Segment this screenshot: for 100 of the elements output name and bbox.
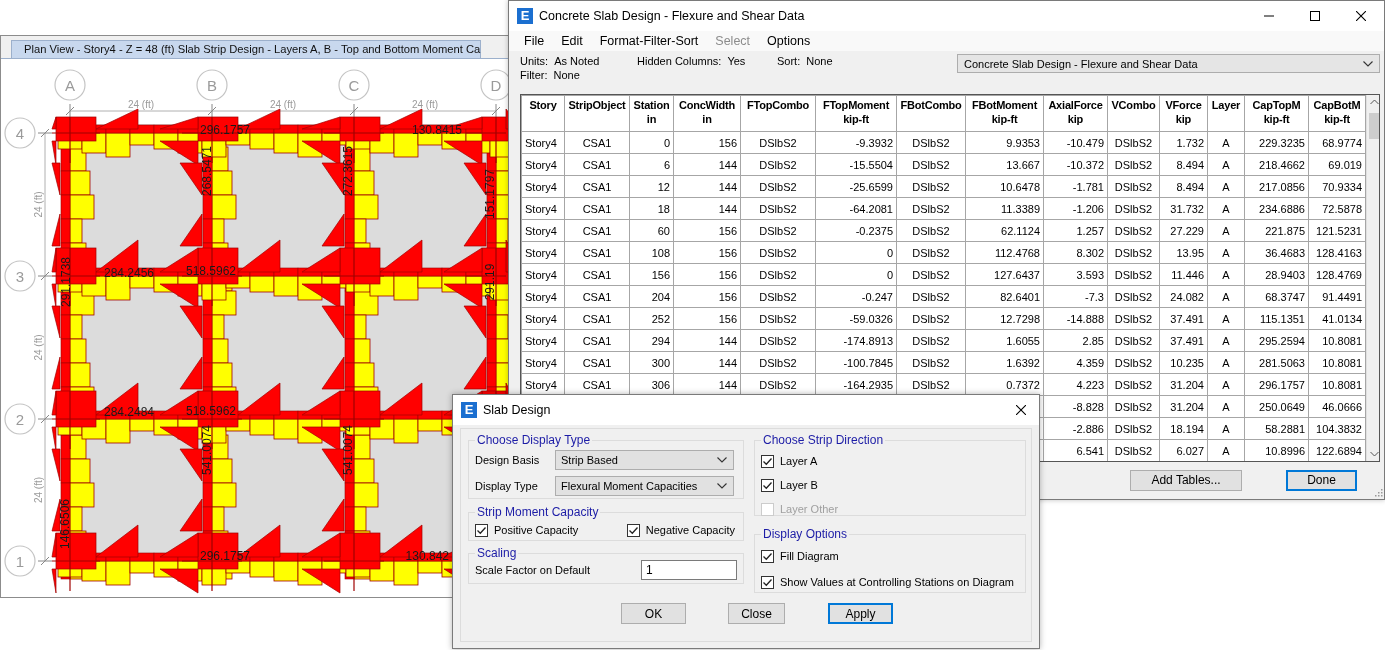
column-header[interactable]: FTopCombo [740,95,816,132]
column-header[interactable]: CapTopM kip-ft [1244,95,1309,132]
table-cell: DSlbS2 [740,307,816,330]
moment-value: 296.1757 [199,123,251,137]
table-cell: DSlbS2 [896,131,966,154]
table-cell: 234.6886 [1244,197,1309,220]
moment-value: 272.3615 [341,145,355,197]
table-cell: 10.235 [1159,351,1208,374]
scale-factor-field[interactable]: 1 [641,560,737,580]
table-cell: Story4 [521,351,565,374]
moment-value: 284.2456 [103,266,155,280]
table-cell: 296.1757 [1244,373,1309,396]
column-header[interactable]: ConcWidth in [673,95,741,132]
info-value: Yes [727,55,746,67]
checkbox-label: Positive Capacity [494,524,579,536]
table-cell: 1.257 [1043,219,1108,242]
table-cell: 28.9403 [1244,263,1309,286]
table-cell: CSA1 [564,329,630,352]
checkbox[interactable] [626,523,640,537]
column-header[interactable]: FTopMoment kip-ft [815,95,897,132]
table-cell: 68.9774 [1308,131,1366,154]
table-cell: 156 [673,241,741,264]
table-cell: CSA1 [564,241,630,264]
column-header[interactable]: AxialForce kip [1043,95,1108,132]
table-cell: 9.9353 [965,131,1044,154]
checkbox[interactable] [761,575,774,589]
table-cell: Story4 [521,263,565,286]
moment-value: 541.0074 [200,424,214,476]
table-cell: 3.593 [1043,263,1108,286]
checkbox[interactable] [761,478,774,492]
dialog-button[interactable]: Add Tables... [1130,469,1242,491]
menu-item[interactable]: File [516,34,554,48]
scrollbar-thumb[interactable] [1369,113,1379,139]
group-title: Scaling [476,546,518,560]
table-cell: Story4 [521,197,565,220]
moment-value: 518.5962 [185,264,237,278]
scrollbar[interactable] [1366,95,1379,461]
moment-value: 518.5962 [185,404,237,418]
dimension-label: 24 (ft) [33,334,44,361]
info-value: As Noted [554,55,600,67]
table-cell: 144 [673,197,741,220]
table-cell: CSA1 [564,351,630,374]
table-cell: -0.2375 [815,219,897,242]
table-cell: DSlbS2 [740,131,816,154]
table-cell: 156 [673,307,741,330]
table-cell: 11.3389 [965,197,1044,220]
scroll-down-icon[interactable] [1370,451,1379,457]
table-cell: 6 [629,153,674,176]
column-header[interactable]: VForce kip [1159,95,1208,132]
dropdown[interactable]: Flexural Moment Capacities [555,476,734,496]
menu-item[interactable]: Edit [553,34,592,48]
table-cell: 18.194 [1159,417,1208,440]
scroll-up-icon[interactable] [1370,99,1379,105]
table-cell: A [1207,351,1245,374]
dialog-button[interactable]: OK [621,603,686,624]
table-cell: 1.6055 [965,329,1044,352]
info-label: Filter: [520,69,548,81]
table-cell: 128.4163 [1308,241,1366,264]
column-header[interactable]: StripObject [564,95,630,132]
menu-item[interactable]: Format-Filter-Sort [591,34,708,48]
table-cell: 70.9334 [1308,175,1366,198]
column-header[interactable]: Story [521,95,565,132]
table-cell: 37.491 [1159,329,1208,352]
table-cell: 204 [629,285,674,308]
table-cell: 144 [673,153,741,176]
table-cell: -174.8913 [815,329,897,352]
checkbox[interactable] [475,523,488,537]
column-header[interactable]: FBotMoment kip-ft [965,95,1044,132]
dialog-button[interactable]: Apply [828,603,893,624]
table-cell: 13.667 [965,153,1044,176]
table-cell: -15.5504 [815,153,897,176]
table-dropdown[interactable]: Concrete Slab Design - Flexure and Shear Data [957,54,1380,73]
checkbox[interactable] [761,454,774,468]
table-cell: 250.0649 [1244,395,1309,418]
table-cell: -7.3 [1043,285,1108,308]
table-cell: 156 [673,219,741,242]
table-cell: Story4 [521,307,565,330]
dialog-button[interactable]: Close [728,603,785,624]
info-value: None [553,69,580,81]
column-header[interactable]: CapBotM kip-ft [1308,95,1366,132]
menu-item[interactable]: Options [759,34,820,48]
table-cell: 41.0134 [1308,307,1366,330]
table-cell: DSlbS2 [1107,197,1160,220]
moment-value: 130.842 [405,549,449,563]
close-icon [1356,11,1366,21]
column-header[interactable]: Station in [629,95,674,132]
table-cell: -2.886 [1043,417,1108,440]
column-header[interactable]: Layer [1207,95,1245,132]
moment-value: 130.8415 [411,123,463,137]
table-cell: 10.6478 [965,175,1044,198]
table-cell: DSlbS2 [1107,373,1160,396]
view-tab[interactable]: Plan View - Story4 - Z = 48 (ft) Slab Strip Design - Layers A, B - Top and Bottom Moment Ca [11,40,482,58]
dialog-button[interactable]: Done [1286,469,1357,491]
checkbox[interactable] [761,549,774,563]
group-title: Display Options [762,527,849,541]
table-cell: -100.7845 [815,351,897,374]
dropdown[interactable]: Strip Based [555,450,734,470]
column-header[interactable]: VCombo [1107,95,1160,132]
column-header[interactable]: FBotCombo [896,95,966,132]
table-cell: 217.0856 [1244,175,1309,198]
